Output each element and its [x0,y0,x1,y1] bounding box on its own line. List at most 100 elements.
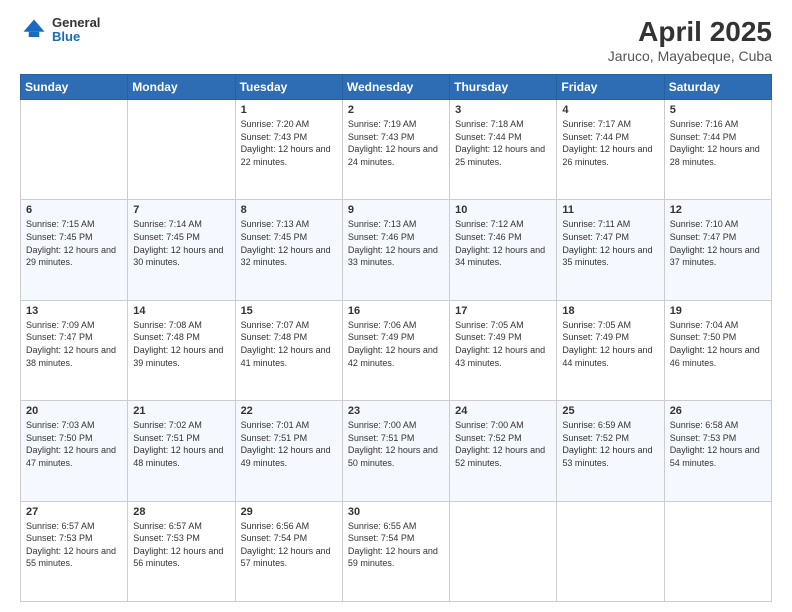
day-info: Sunrise: 7:05 AMSunset: 7:49 PMDaylight:… [562,319,658,369]
day-header-saturday: Saturday [664,75,771,100]
calendar-cell: 14 Sunrise: 7:08 AMSunset: 7:48 PMDayligh… [128,300,235,400]
day-info: Sunrise: 7:11 AMSunset: 7:47 PMDaylight:… [562,218,658,268]
day-number: 7 [133,204,229,216]
calendar-cell: 2 Sunrise: 7:19 AMSunset: 7:43 PMDaylight… [342,100,449,200]
day-info: Sunrise: 6:57 AMSunset: 7:53 PMDaylight:… [133,520,229,570]
logo-text: General Blue [52,16,100,45]
day-number: 3 [455,104,551,116]
header: General Blue April 2025 Jaruco, Mayabequ… [20,16,772,64]
calendar-week-row: 27Sunrise: 6:57 AMSunset: 7:53 PMDayligh… [21,501,772,601]
day-number: 21 [133,405,229,417]
calendar-week-row: 6 Sunrise: 7:15 AMSunset: 7:45 PMDaylight… [21,200,772,300]
calendar-cell: 8 Sunrise: 7:13 AMSunset: 7:45 PMDaylight… [235,200,342,300]
day-header-monday: Monday [128,75,235,100]
logo: General Blue [20,16,100,45]
day-info: Sunrise: 7:18 AMSunset: 7:44 PMDaylight:… [455,118,551,168]
day-number: 26 [670,405,766,417]
subtitle: Jaruco, Mayabeque, Cuba [608,48,772,64]
calendar-table: SundayMondayTuesdayWednesdayThursdayFrid… [20,74,772,602]
day-number: 15 [241,305,337,317]
calendar-cell: 15 Sunrise: 7:07 AMSunset: 7:48 PMDayligh… [235,300,342,400]
day-header-wednesday: Wednesday [342,75,449,100]
day-info: Sunrise: 7:13 AMSunset: 7:45 PMDaylight:… [241,218,337,268]
calendar-cell [664,501,771,601]
day-number: 11 [562,204,658,216]
day-header-friday: Friday [557,75,664,100]
calendar-cell: 9Sunrise: 7:13 AMSunset: 7:46 PMDaylight… [342,200,449,300]
day-number: 22 [241,405,337,417]
day-info: Sunrise: 7:20 AMSunset: 7:43 PMDaylight:… [241,118,337,168]
day-number: 12 [670,204,766,216]
calendar-cell: 7 Sunrise: 7:14 AMSunset: 7:45 PMDaylight… [128,200,235,300]
day-header-sunday: Sunday [21,75,128,100]
calendar-cell: 27Sunrise: 6:57 AMSunset: 7:53 PMDayligh… [21,501,128,601]
calendar-week-row: 1 Sunrise: 7:20 AMSunset: 7:43 PMDaylight… [21,100,772,200]
calendar-cell: 30 Sunrise: 6:55 AMSunset: 7:54 PMDayligh… [342,501,449,601]
calendar-cell: 1 Sunrise: 7:20 AMSunset: 7:43 PMDaylight… [235,100,342,200]
calendar-cell: 21Sunrise: 7:02 AMSunset: 7:51 PMDayligh… [128,401,235,501]
day-info: Sunrise: 7:09 AMSunset: 7:47 PMDaylight:… [26,319,122,369]
calendar-cell: 13 Sunrise: 7:09 AMSunset: 7:47 PMDayligh… [21,300,128,400]
calendar-cell [21,100,128,200]
day-info: Sunrise: 7:04 AMSunset: 7:50 PMDaylight:… [670,319,766,369]
day-info: Sunrise: 6:58 AMSunset: 7:53 PMDaylight:… [670,419,766,469]
day-header-tuesday: Tuesday [235,75,342,100]
calendar-cell: 29 Sunrise: 6:56 AMSunset: 7:54 PMDayligh… [235,501,342,601]
calendar-cell: 4Sunrise: 7:17 AMSunset: 7:44 PMDaylight… [557,100,664,200]
day-number: 28 [133,506,229,518]
day-info: Sunrise: 7:01 AMSunset: 7:51 PMDaylight:… [241,419,337,469]
calendar-cell: 12 Sunrise: 7:10 AMSunset: 7:47 PMDayligh… [664,200,771,300]
calendar-cell: 18 Sunrise: 7:05 AMSunset: 7:49 PMDayligh… [557,300,664,400]
day-number: 19 [670,305,766,317]
day-number: 1 [241,104,337,116]
day-number: 4 [562,104,658,116]
day-info: Sunrise: 7:14 AMSunset: 7:45 PMDaylight:… [133,218,229,268]
calendar-week-row: 20 Sunrise: 7:03 AMSunset: 7:50 PMDayligh… [21,401,772,501]
calendar-cell: 24Sunrise: 7:00 AMSunset: 7:52 PMDayligh… [450,401,557,501]
calendar-cell: 19 Sunrise: 7:04 AMSunset: 7:50 PMDayligh… [664,300,771,400]
day-number: 30 [348,506,444,518]
day-number: 13 [26,305,122,317]
day-number: 2 [348,104,444,116]
calendar-cell: 5 Sunrise: 7:16 AMSunset: 7:44 PMDaylight… [664,100,771,200]
calendar-cell: 16Sunrise: 7:06 AMSunset: 7:49 PMDayligh… [342,300,449,400]
page: General Blue April 2025 Jaruco, Mayabequ… [0,0,792,612]
day-info: Sunrise: 7:12 AMSunset: 7:46 PMDaylight:… [455,218,551,268]
day-info: Sunrise: 6:56 AMSunset: 7:54 PMDaylight:… [241,520,337,570]
day-number: 29 [241,506,337,518]
calendar-cell: 6 Sunrise: 7:15 AMSunset: 7:45 PMDaylight… [21,200,128,300]
day-number: 9 [348,204,444,216]
day-info: Sunrise: 7:10 AMSunset: 7:47 PMDaylight:… [670,218,766,268]
day-info: Sunrise: 7:00 AMSunset: 7:52 PMDaylight:… [455,419,551,469]
calendar-cell: 23Sunrise: 7:00 AMSunset: 7:51 PMDayligh… [342,401,449,501]
day-info: Sunrise: 7:00 AMSunset: 7:51 PMDaylight:… [348,419,444,469]
day-info: Sunrise: 6:57 AMSunset: 7:53 PMDaylight:… [26,520,122,570]
day-number: 6 [26,204,122,216]
day-number: 5 [670,104,766,116]
title-block: April 2025 Jaruco, Mayabeque, Cuba [608,16,772,64]
day-info: Sunrise: 7:16 AMSunset: 7:44 PMDaylight:… [670,118,766,168]
calendar-cell: 28 Sunrise: 6:57 AMSunset: 7:53 PMDayligh… [128,501,235,601]
day-info: Sunrise: 7:06 AMSunset: 7:49 PMDaylight:… [348,319,444,369]
calendar-cell: 3 Sunrise: 7:18 AMSunset: 7:44 PMDaylight… [450,100,557,200]
calendar-cell: 20 Sunrise: 7:03 AMSunset: 7:50 PMDayligh… [21,401,128,501]
day-number: 8 [241,204,337,216]
day-info: Sunrise: 7:03 AMSunset: 7:50 PMDaylight:… [26,419,122,469]
day-info: Sunrise: 7:08 AMSunset: 7:48 PMDaylight:… [133,319,229,369]
day-info: Sunrise: 7:07 AMSunset: 7:48 PMDaylight:… [241,319,337,369]
day-info: Sunrise: 6:55 AMSunset: 7:54 PMDaylight:… [348,520,444,570]
day-info: Sunrise: 6:59 AMSunset: 7:52 PMDaylight:… [562,419,658,469]
logo-icon [20,16,48,44]
day-number: 18 [562,305,658,317]
day-info: Sunrise: 7:19 AMSunset: 7:43 PMDaylight:… [348,118,444,168]
day-info: Sunrise: 7:05 AMSunset: 7:49 PMDaylight:… [455,319,551,369]
day-header-thursday: Thursday [450,75,557,100]
calendar-cell [557,501,664,601]
calendar-cell: 11 Sunrise: 7:11 AMSunset: 7:47 PMDayligh… [557,200,664,300]
calendar-cell: 25Sunrise: 6:59 AMSunset: 7:52 PMDayligh… [557,401,664,501]
calendar-header-row: SundayMondayTuesdayWednesdayThursdayFrid… [21,75,772,100]
main-title: April 2025 [608,16,772,48]
day-info: Sunrise: 7:15 AMSunset: 7:45 PMDaylight:… [26,218,122,268]
day-number: 20 [26,405,122,417]
day-number: 14 [133,305,229,317]
